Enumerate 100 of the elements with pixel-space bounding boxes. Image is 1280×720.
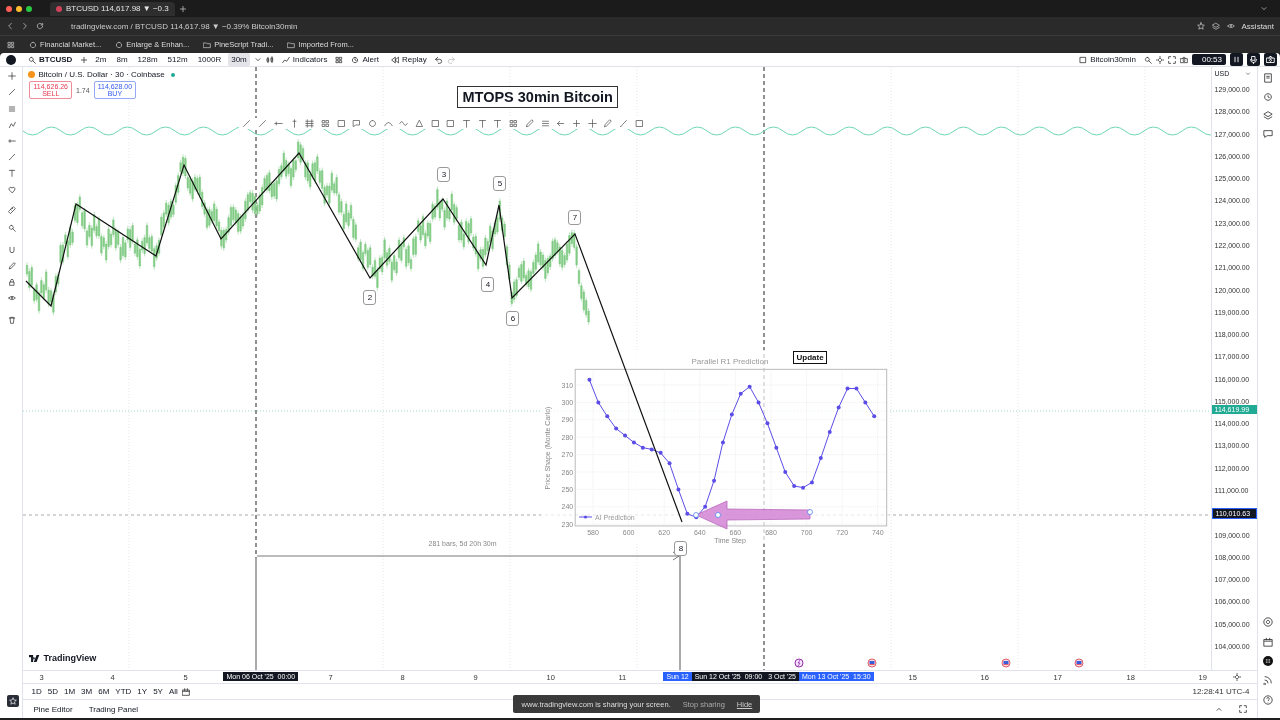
symbol-title[interactable]: Bitcoin / U.S. Dollar · 30 · Coinbase xyxy=(38,70,165,79)
doc-icon[interactable] xyxy=(1263,73,1274,83)
cross-icon[interactable] xyxy=(587,119,597,128)
symbol-search[interactable]: BTCUSD xyxy=(28,55,73,64)
plus-icon[interactable] xyxy=(571,119,581,128)
avatar-icon[interactable] xyxy=(6,54,16,65)
pencil-icon[interactable] xyxy=(603,119,613,128)
panel-tab[interactable]: Pine Editor xyxy=(33,704,73,714)
hline-icon[interactable] xyxy=(273,119,283,128)
text-icon[interactable] xyxy=(477,119,487,128)
close-window-icon[interactable] xyxy=(6,5,12,12)
wave-label[interactable]: 2 xyxy=(363,290,377,305)
target-icon[interactable] xyxy=(1263,617,1274,627)
new-tab-icon[interactable] xyxy=(178,4,187,13)
layout-button[interactable]: Bitcoin30min xyxy=(1075,55,1140,64)
nodes-icon[interactable] xyxy=(8,121,16,129)
curve-icon[interactable] xyxy=(383,119,393,128)
wave-icon[interactable] xyxy=(399,119,409,128)
line-icon[interactable] xyxy=(8,88,16,96)
square-icon[interactable] xyxy=(336,119,346,128)
text-icon[interactable] xyxy=(493,119,503,128)
caret-icon[interactable] xyxy=(1260,4,1268,13)
forward-icon[interactable] xyxy=(21,22,29,30)
eye-icon[interactable] xyxy=(8,294,16,302)
alert-button[interactable]: Alert xyxy=(347,55,383,64)
tradingview-logo[interactable]: TradingView xyxy=(29,653,97,663)
flag-icon[interactable] xyxy=(868,658,877,668)
interval-button[interactable]: 512m xyxy=(164,53,191,66)
browser-tab[interactable]: BTCUSD 114,617.98 ▼ −0.3 xyxy=(50,1,175,16)
camera-icon[interactable] xyxy=(1264,53,1277,66)
layers-icon[interactable] xyxy=(1211,22,1220,30)
lock-icon[interactable] xyxy=(8,278,16,286)
pencil-icon[interactable] xyxy=(8,262,16,270)
interval-button[interactable]: 8m xyxy=(113,53,131,66)
flag-icon[interactable] xyxy=(1002,658,1011,668)
lightning-icon[interactable] xyxy=(795,658,804,668)
undo-icon[interactable] xyxy=(434,55,443,64)
hline-icon[interactable] xyxy=(8,137,16,145)
star-icon[interactable] xyxy=(7,695,19,707)
range-button[interactable]: 3M xyxy=(79,686,95,697)
wave-label[interactable]: 8 xyxy=(674,541,688,556)
replay-button[interactable]: Replay xyxy=(386,55,431,64)
tiles-icon[interactable] xyxy=(335,55,344,64)
interval-button[interactable]: 30m xyxy=(228,53,250,66)
vline-icon[interactable] xyxy=(289,119,299,128)
clock-icon[interactable] xyxy=(1263,92,1274,102)
rss-icon[interactable] xyxy=(1263,675,1274,685)
add-symbol-icon[interactable] xyxy=(80,55,89,64)
chevron-up-icon[interactable] xyxy=(1215,705,1224,713)
apps-icon[interactable] xyxy=(1263,656,1274,666)
eye-icon[interactable] xyxy=(1226,22,1235,30)
line-icon[interactable] xyxy=(242,119,252,128)
line-icon[interactable] xyxy=(258,119,268,128)
range-button[interactable]: All xyxy=(166,686,180,697)
square-icon[interactable] xyxy=(446,119,456,128)
text-icon[interactable] xyxy=(462,119,472,128)
range-button[interactable]: YTD xyxy=(113,686,134,697)
tiles-icon[interactable] xyxy=(509,119,519,128)
wave-label[interactable]: 5 xyxy=(493,176,507,191)
wave-label[interactable]: 7 xyxy=(568,210,582,225)
wave-label[interactable]: 3 xyxy=(437,167,451,182)
microphone-icon[interactable] xyxy=(1247,53,1260,66)
flag-icon[interactable] xyxy=(1075,658,1084,668)
speech-icon[interactable] xyxy=(352,119,362,128)
trash-icon[interactable] xyxy=(8,316,16,324)
range-button[interactable]: 6M xyxy=(96,686,112,697)
heart-icon[interactable] xyxy=(8,186,16,194)
recording-button[interactable]: 00:53 xyxy=(1191,54,1226,65)
fullscreen-icon[interactable] xyxy=(1167,55,1176,64)
range-button[interactable]: 5Y xyxy=(151,686,165,697)
square-icon[interactable] xyxy=(634,119,644,128)
panel-tab[interactable]: Trading Panel xyxy=(88,704,139,714)
layers-icon[interactable] xyxy=(1263,110,1274,120)
calendar-icon[interactable] xyxy=(181,687,190,696)
chart-title[interactable]: MTOPS 30min Bitcoin xyxy=(457,86,618,108)
star-icon[interactable] xyxy=(1196,22,1205,30)
indicators-button[interactable]: Indicators xyxy=(277,55,332,64)
arrow-drawing[interactable] xyxy=(693,500,814,530)
ruler-icon[interactable] xyxy=(8,206,16,214)
arrow-icon[interactable] xyxy=(556,119,566,128)
range-button[interactable]: 5D xyxy=(45,686,60,697)
caret-icon[interactable] xyxy=(253,55,262,64)
chat-icon[interactable] xyxy=(1263,129,1274,139)
pause-icon[interactable] xyxy=(1230,53,1243,66)
assistant-button[interactable]: Assistant xyxy=(1241,21,1274,31)
reload-icon[interactable] xyxy=(36,22,44,30)
search-icon[interactable] xyxy=(8,224,16,232)
wave-label[interactable]: 6 xyxy=(506,311,520,326)
camera-icon[interactable] xyxy=(1179,55,1188,64)
cross-icon[interactable] xyxy=(8,72,16,80)
tiles-icon[interactable] xyxy=(320,119,330,128)
wave-label[interactable]: 4 xyxy=(481,277,495,292)
settings-icon[interactable] xyxy=(1233,673,1242,681)
help-icon[interactable] xyxy=(1263,695,1274,705)
minimize-window-icon[interactable] xyxy=(16,5,22,12)
address-field[interactable]: tradingview.com / BTCUSD 114,617.98 ▼ −0.39% Bitcoin30min xyxy=(51,21,1190,31)
maximize-window-icon[interactable] xyxy=(26,5,32,12)
vertical-marker-line[interactable] xyxy=(256,67,257,559)
calendar-icon[interactable] xyxy=(1263,637,1274,647)
grid-icon[interactable] xyxy=(305,119,315,128)
